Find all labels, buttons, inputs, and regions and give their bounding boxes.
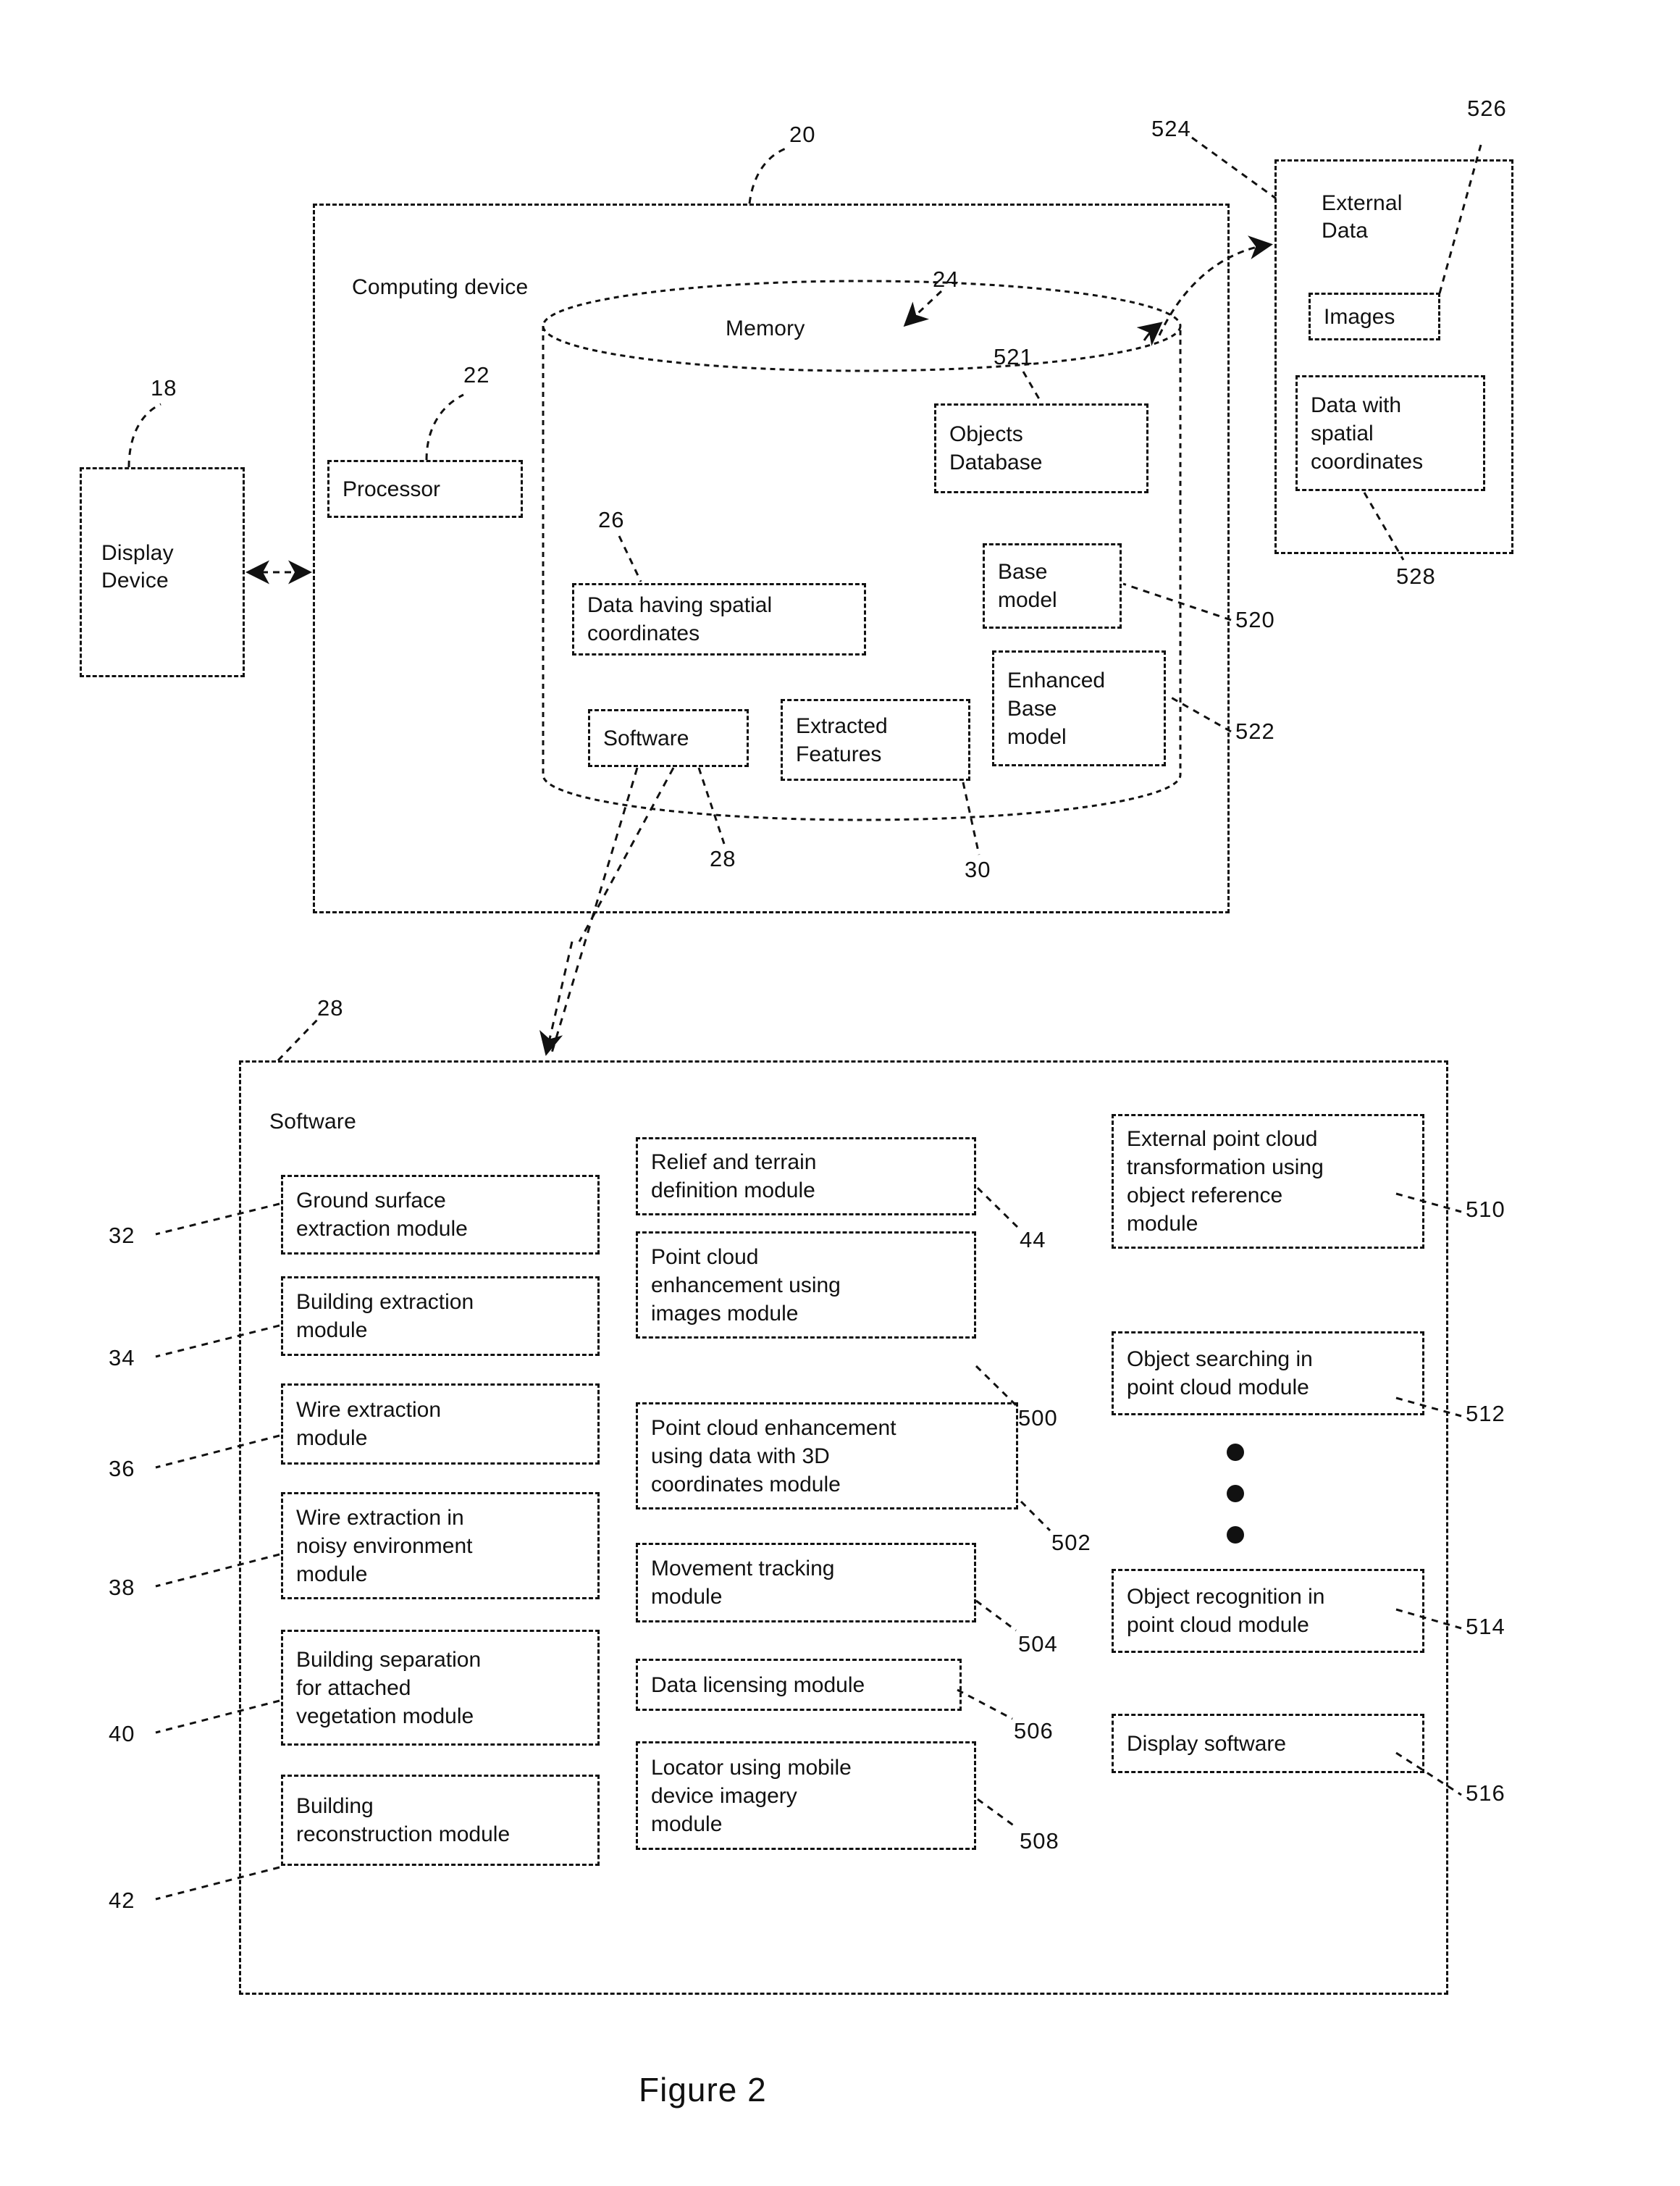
ref-526: 526 — [1467, 96, 1507, 121]
module-label: Wire extraction module — [296, 1398, 442, 1450]
module-locator-mobile-imagery[interactable]: Locator using mobile device imagery modu… — [636, 1741, 976, 1850]
module-label: Display software — [1127, 1731, 1287, 1756]
module-building-extraction[interactable]: Building extraction module — [281, 1276, 600, 1356]
data-with-spatial-coordinates-label: Data with spatial coordinates — [1311, 393, 1424, 474]
enhanced-base-model-label: Enhanced Base model — [1007, 668, 1106, 749]
ref-506: 506 — [1014, 1718, 1054, 1743]
module-label: Point cloud enhancement using images mod… — [651, 1244, 841, 1326]
base-model-box: Base model — [983, 543, 1122, 629]
module-label: Data licensing module — [651, 1672, 865, 1697]
ref-524: 524 — [1151, 116, 1191, 141]
data-with-spatial-coordinates-box: Data with spatial coordinates — [1295, 375, 1485, 491]
external-data-label: External Data — [1322, 191, 1403, 243]
data-having-spatial-coordinates-box: Data having spatial coordinates — [572, 583, 866, 656]
memory-label: Memory — [726, 317, 805, 340]
ref-28-panel: 28 — [317, 995, 344, 1021]
ref-32: 32 — [109, 1223, 135, 1248]
module-label: External point cloud transformation usin… — [1127, 1127, 1324, 1236]
module-ground-surface-extraction[interactable]: Ground surface extraction module — [281, 1175, 600, 1255]
ref-502: 502 — [1051, 1530, 1091, 1555]
ref-36: 36 — [109, 1456, 135, 1481]
module-object-recognition-point-cloud[interactable]: Object recognition in point cloud module — [1112, 1569, 1424, 1653]
extracted-features-label: Extracted Features — [796, 713, 888, 766]
ref-521: 521 — [994, 344, 1033, 369]
module-label: Building reconstruction module — [296, 1794, 511, 1846]
module-point-cloud-enhancement-images[interactable]: Point cloud enhancement using images mod… — [636, 1231, 976, 1339]
ref-42: 42 — [109, 1888, 135, 1913]
ref-520: 520 — [1235, 607, 1275, 632]
ref-34: 34 — [109, 1345, 135, 1370]
module-label: Locator using mobile device imagery modu… — [651, 1755, 852, 1836]
ref-522: 522 — [1235, 719, 1275, 744]
ref-512: 512 — [1466, 1401, 1505, 1426]
module-label: Ground surface extraction module — [296, 1189, 468, 1241]
ref-40: 40 — [109, 1721, 135, 1746]
ref-500: 500 — [1018, 1405, 1058, 1431]
images-box: Images — [1309, 293, 1440, 340]
module-point-cloud-enhancement-3d[interactable]: Point cloud enhancement using data with … — [636, 1402, 1018, 1509]
module-object-searching-point-cloud[interactable]: Object searching in point cloud module — [1112, 1331, 1424, 1415]
module-label: Movement tracking module — [651, 1557, 835, 1609]
ref-26: 26 — [598, 507, 625, 532]
objects-database-box: Objects Database — [934, 403, 1148, 493]
ref-24: 24 — [933, 267, 959, 292]
computing-device-label: Computing device — [352, 275, 529, 299]
ref-504: 504 — [1018, 1631, 1058, 1657]
ref-20: 20 — [789, 122, 816, 147]
ref-38: 38 — [109, 1575, 135, 1600]
module-wire-extraction[interactable]: Wire extraction module — [281, 1383, 600, 1465]
processor-box: Processor — [327, 460, 523, 518]
ref-44: 44 — [1020, 1227, 1046, 1252]
extracted-features-box: Extracted Features — [781, 699, 970, 781]
software-expansion-arrow — [539, 941, 574, 1056]
module-label: Relief and terrain definition module — [651, 1150, 817, 1202]
ref-528: 528 — [1396, 564, 1436, 589]
software-memory-box: Software — [588, 709, 749, 767]
objects-database-label: Objects Database — [949, 422, 1043, 474]
ref-22: 22 — [463, 362, 490, 388]
module-data-licensing[interactable]: Data licensing module — [636, 1659, 962, 1711]
ref-30: 30 — [965, 857, 991, 882]
ref-508: 508 — [1020, 1828, 1059, 1854]
ref-28-memory: 28 — [710, 846, 736, 871]
module-relief-terrain-definition[interactable]: Relief and terrain definition module — [636, 1137, 976, 1215]
module-display-software[interactable]: Display software — [1112, 1714, 1424, 1773]
module-label: Point cloud enhancement using data with … — [651, 1415, 896, 1496]
ref-510: 510 — [1466, 1197, 1505, 1222]
images-label: Images — [1324, 304, 1395, 329]
enhanced-base-model-box: Enhanced Base model — [992, 650, 1166, 766]
ref-516: 516 — [1466, 1780, 1505, 1806]
base-model-label: Base model — [998, 560, 1057, 612]
module-wire-extraction-noisy[interactable]: Wire extraction in noisy environment mod… — [281, 1492, 600, 1599]
display-device-label: Display Device — [101, 541, 174, 593]
module-external-point-cloud-transformation[interactable]: External point cloud transformation usin… — [1112, 1114, 1424, 1249]
software-panel-label: Software — [269, 1110, 356, 1134]
module-label: Building extraction module — [296, 1290, 474, 1342]
module-label: Wire extraction in noisy environment mod… — [296, 1505, 473, 1586]
software-memory-label: Software — [603, 726, 689, 750]
data-having-spatial-coordinates-label: Data having spatial coordinates — [587, 593, 773, 645]
module-building-reconstruction[interactable]: Building reconstruction module — [281, 1775, 600, 1866]
ref-514: 514 — [1466, 1614, 1505, 1639]
module-label: Building separation for attached vegetat… — [296, 1647, 482, 1728]
processor-label: Processor — [343, 477, 441, 501]
module-label: Object recognition in point cloud module — [1127, 1585, 1325, 1637]
figure-caption: Figure 2 — [639, 2071, 767, 2108]
module-label: Object searching in point cloud module — [1127, 1347, 1313, 1399]
module-movement-tracking[interactable]: Movement tracking module — [636, 1543, 976, 1622]
ref-18: 18 — [151, 375, 177, 401]
module-building-separation-vegetation[interactable]: Building separation for attached vegetat… — [281, 1630, 600, 1746]
